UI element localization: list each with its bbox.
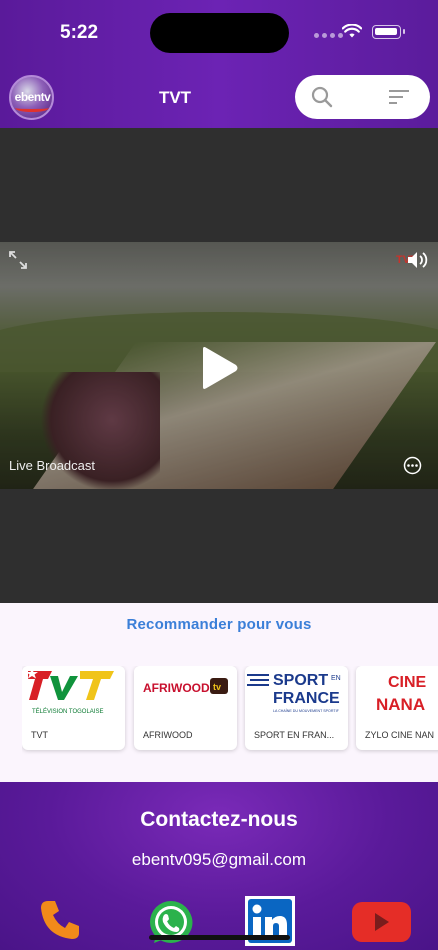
page-title: TVT [158,88,192,107]
filter-icon[interactable] [388,89,410,105]
signal-icon [314,33,343,38]
card-label: ZYLO CINE NAN [365,730,435,740]
svg-text:LA CHAÎNE DU MOUVEMENT SPORTIF: LA CHAÎNE DU MOUVEMENT SPORTIF [273,709,340,713]
svg-text:CINE: CINE [388,674,427,691]
play-icon[interactable] [199,346,239,390]
afriwood-logo: AFRIWOOD tv [134,666,237,722]
sport-en-france-logo: SPORT EN FRANCE LA CHAÎNE DU MOUVEMENT S… [245,666,348,722]
channel-card-afriwood[interactable]: AFRIWOOD tv AFRIWOOD [134,666,237,750]
channel-card-sport-en-france[interactable]: SPORT EN FRANCE LA CHAÎNE DU MOUVEMENT S… [245,666,348,750]
channel-card-tvt[interactable]: TÉLÉVISION TOGOLAISE TVT [22,666,125,750]
svg-text:EN: EN [331,675,341,682]
more-icon[interactable] [403,456,422,475]
svg-text:FRANCE: FRANCE [273,690,340,707]
phone-icon[interactable] [38,898,82,942]
dynamic-island [150,13,289,53]
video-player[interactable]: TVT Live Broadcast [0,242,438,489]
svg-text:AFRIWOOD: AFRIWOOD [143,681,210,695]
search-filter-pill[interactable] [295,75,430,119]
expand-icon[interactable] [9,251,27,269]
status-time: 5:22 [60,22,99,43]
zylo-cine-nana-logo: CINE NANA [356,666,438,722]
recommend-carousel[interactable]: TÉLÉVISION TOGOLAISE TVT AFRIWOOD tv AFR… [22,666,438,766]
recommend-title: Recommander pour vous [126,616,312,633]
contact-title: Contactez-nous [140,808,298,831]
live-broadcast-label: Live Broadcast [9,458,95,473]
channel-logo[interactable]: ebentv [9,75,54,120]
contact-email[interactable]: ebentv095@gmail.com [0,850,438,870]
svg-text:TÉLÉVISION TOGOLAISE: TÉLÉVISION TOGOLAISE [32,708,103,715]
search-icon[interactable] [311,86,333,108]
svg-text:NANA: NANA [376,695,425,714]
whatsapp-icon[interactable] [146,898,196,948]
card-label: TVT [31,730,48,740]
channel-card-zylo-cine-nana[interactable]: CINE NANA ZYLO CINE NAN [356,666,438,750]
battery-icon [372,25,405,39]
svg-text:tv: tv [213,682,221,692]
svg-text:SPORT: SPORT [273,672,328,689]
wifi-icon [342,24,362,38]
tvt-logo: TÉLÉVISION TOGOLAISE [22,666,125,722]
contact-section: Contactez-nous ebentv095@gmail.com [0,782,438,950]
app-header: 5:22 ebentv TVT [0,0,438,128]
recommend-section: Recommander pour vous TÉLÉVISION TOGOLAI… [0,603,438,782]
youtube-icon[interactable] [351,900,412,944]
home-indicator [149,935,290,940]
volume-icon[interactable] [405,250,429,270]
card-label: AFRIWOOD [143,730,193,740]
card-label: SPORT EN FRAN... [254,730,335,740]
